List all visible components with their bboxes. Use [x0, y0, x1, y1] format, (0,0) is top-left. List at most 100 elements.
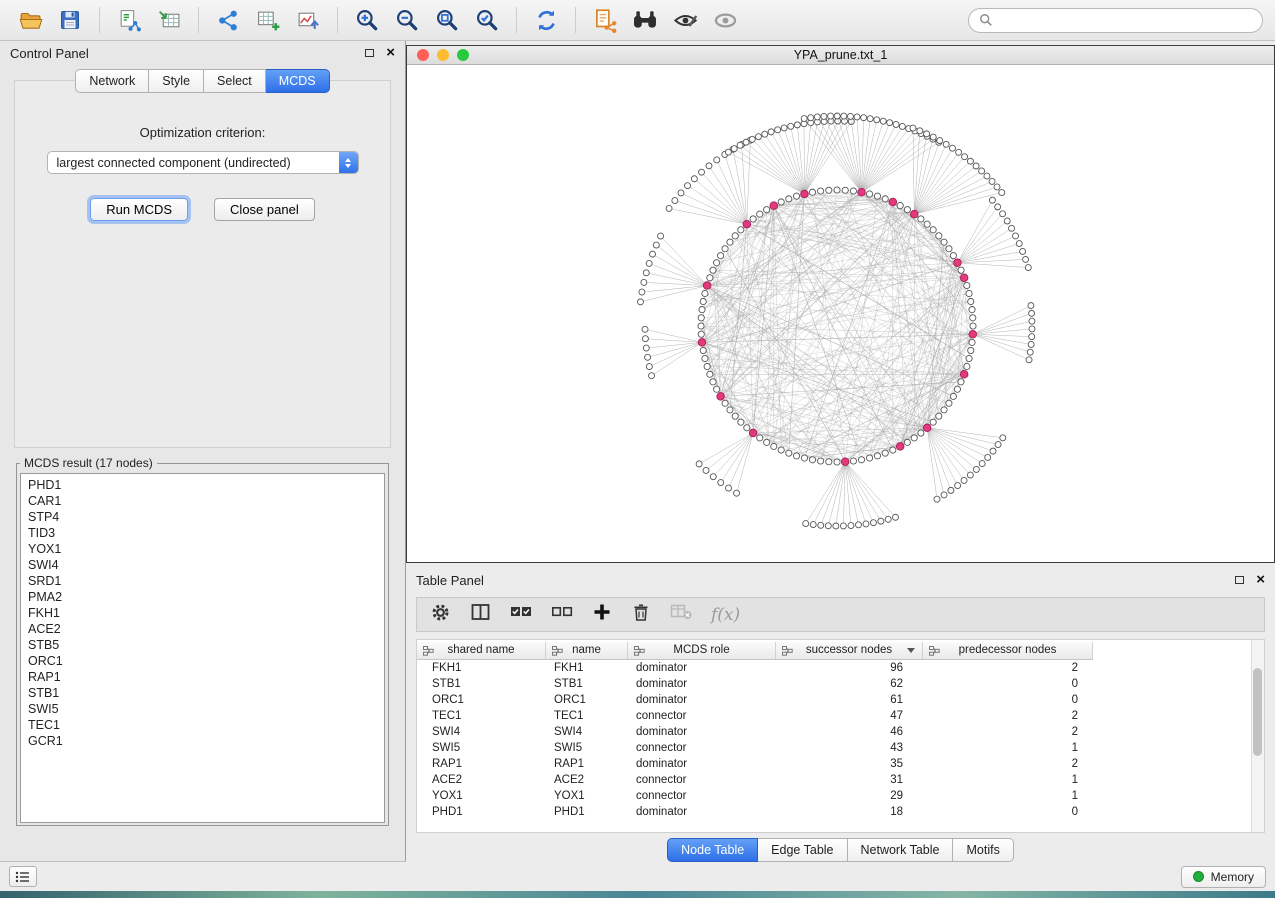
table-cell[interactable]: dominator — [628, 662, 776, 674]
table-cell[interactable]: 2 — [923, 758, 1093, 770]
table-cell[interactable]: RAP1 — [417, 758, 546, 770]
table-cell[interactable]: 1 — [923, 790, 1093, 802]
column-header-predecessor-nodes[interactable]: predecessor nodes — [923, 642, 1093, 659]
table-cell[interactable]: STB1 — [417, 678, 546, 690]
table-settings-button[interactable] — [430, 602, 451, 628]
add-column-button[interactable] — [592, 602, 612, 627]
select-all-button[interactable] — [510, 602, 532, 627]
table-cell[interactable]: dominator — [628, 694, 776, 706]
table-cell[interactable]: 96 — [776, 662, 923, 674]
close-window-icon[interactable] — [417, 49, 429, 61]
tab-style[interactable]: Style — [149, 69, 204, 93]
table-cell[interactable]: 29 — [776, 790, 923, 802]
tab-network[interactable]: Network — [75, 69, 149, 93]
mcds-result-item[interactable]: STB5 — [21, 637, 384, 653]
table-cell[interactable]: PHD1 — [546, 806, 628, 818]
mcds-result-item[interactable]: RAP1 — [21, 669, 384, 685]
table-row[interactable]: FKH1FKH1dominator962 — [417, 660, 1264, 676]
zoom-fit-button[interactable] — [429, 4, 465, 36]
mcds-result-item[interactable]: CAR1 — [21, 493, 384, 509]
column-header-mcds-role[interactable]: MCDS role — [628, 642, 776, 659]
table-cell[interactable]: 43 — [776, 742, 923, 754]
mcds-result-item[interactable]: TEC1 — [21, 717, 384, 733]
table-scrollbar[interactable] — [1251, 640, 1264, 832]
table-cell[interactable]: SWI4 — [417, 726, 546, 738]
zoom-selected-button[interactable] — [469, 4, 505, 36]
table-row[interactable]: ACE2ACE2connector311 — [417, 772, 1264, 788]
table-cell[interactable]: dominator — [628, 806, 776, 818]
search-input[interactable] — [999, 12, 1252, 28]
table-row[interactable]: RAP1RAP1dominator352 — [417, 756, 1264, 772]
table-cell[interactable]: 35 — [776, 758, 923, 770]
mcds-result-item[interactable]: STP4 — [21, 509, 384, 525]
table-cell[interactable]: SWI5 — [546, 742, 628, 754]
column-header-name[interactable]: name — [546, 642, 628, 659]
zoom-out-button[interactable] — [389, 4, 425, 36]
table-cell[interactable]: TEC1 — [417, 710, 546, 722]
open-file-button[interactable] — [12, 4, 48, 36]
table-cell[interactable]: dominator — [628, 678, 776, 690]
table-cell[interactable]: dominator — [628, 758, 776, 770]
tab-edge-table[interactable]: Edge Table — [758, 838, 847, 862]
import-table-file-button[interactable] — [151, 4, 187, 36]
table-cell[interactable]: ORC1 — [546, 694, 628, 706]
function-builder-button[interactable]: f(x) — [711, 605, 740, 625]
export-document-button[interactable] — [587, 4, 623, 36]
zoom-in-button[interactable] — [349, 4, 385, 36]
mcds-result-item[interactable]: PMA2 — [21, 589, 384, 605]
table-cell[interactable]: SWI5 — [417, 742, 546, 754]
mcds-result-item[interactable]: GCR1 — [21, 733, 384, 749]
maximize-window-icon[interactable] — [457, 49, 469, 61]
mcds-result-item[interactable]: YOX1 — [21, 541, 384, 557]
table-row[interactable]: SWI5SWI5connector431 — [417, 740, 1264, 756]
table-cell[interactable]: 62 — [776, 678, 923, 690]
search-network-button[interactable] — [627, 4, 663, 36]
table-cell[interactable]: 0 — [923, 806, 1093, 818]
table-cell[interactable]: 2 — [923, 710, 1093, 722]
tab-network-table[interactable]: Network Table — [848, 838, 954, 862]
table-row[interactable]: STB1STB1dominator620 — [417, 676, 1264, 692]
run-mcds-button[interactable]: Run MCDS — [90, 198, 188, 221]
tab-mcds[interactable]: MCDS — [266, 69, 330, 93]
table-cell[interactable]: ORC1 — [417, 694, 546, 706]
table-cell[interactable]: PHD1 — [417, 806, 546, 818]
tab-select[interactable]: Select — [204, 69, 266, 93]
toggle-details-button[interactable] — [667, 4, 703, 36]
optimization-criterion-dropdown[interactable]: largest connected component (undirected) — [47, 151, 359, 174]
table-cell[interactable]: 1 — [923, 774, 1093, 786]
memory-button[interactable]: Memory — [1181, 866, 1266, 888]
mcds-result-item[interactable]: ACE2 — [21, 621, 384, 637]
network-canvas[interactable] — [407, 65, 1274, 562]
task-history-button[interactable] — [9, 866, 37, 887]
mcds-result-list[interactable]: PHD1CAR1STP4TID3YOX1SWI4SRD1PMA2FKH1ACE2… — [20, 473, 385, 823]
table-cell[interactable]: ACE2 — [546, 774, 628, 786]
show-hide-button[interactable] — [707, 4, 743, 36]
table-cell[interactable]: TEC1 — [546, 710, 628, 722]
delete-column-button[interactable] — [631, 602, 651, 628]
table-cell[interactable]: 61 — [776, 694, 923, 706]
table-row[interactable]: PHD1PHD1dominator180 — [417, 804, 1264, 820]
mcds-result-item[interactable]: TID3 — [21, 525, 384, 541]
export-image-button[interactable] — [290, 4, 326, 36]
table-cell[interactable]: dominator — [628, 726, 776, 738]
network-titlebar[interactable]: YPA_prune.txt_1 — [407, 46, 1274, 65]
mcds-result-item[interactable]: ORC1 — [21, 653, 384, 669]
close-panel-icon[interactable]: × — [386, 48, 395, 58]
column-header-successor-nodes[interactable]: successor nodes — [776, 642, 923, 659]
table-cell[interactable]: YOX1 — [546, 790, 628, 802]
tab-node-table[interactable]: Node Table — [667, 838, 758, 862]
float-panel-icon[interactable] — [1235, 576, 1244, 584]
table-cell[interactable]: 2 — [923, 726, 1093, 738]
column-header-shared-name[interactable]: shared name — [417, 642, 546, 659]
mcds-result-item[interactable]: PHD1 — [21, 477, 384, 493]
new-table-button[interactable] — [250, 4, 286, 36]
table-cell[interactable]: 0 — [923, 694, 1093, 706]
table-row[interactable]: ORC1ORC1dominator610 — [417, 692, 1264, 708]
table-cell[interactable]: 31 — [776, 774, 923, 786]
table-cell[interactable]: 18 — [776, 806, 923, 818]
table-row[interactable]: SWI4SWI4dominator462 — [417, 724, 1264, 740]
table-cell[interactable]: SWI4 — [546, 726, 628, 738]
close-panel-button[interactable]: Close panel — [214, 198, 315, 221]
table-cell[interactable]: 2 — [923, 662, 1093, 674]
scrollbar-thumb[interactable] — [1253, 668, 1262, 756]
